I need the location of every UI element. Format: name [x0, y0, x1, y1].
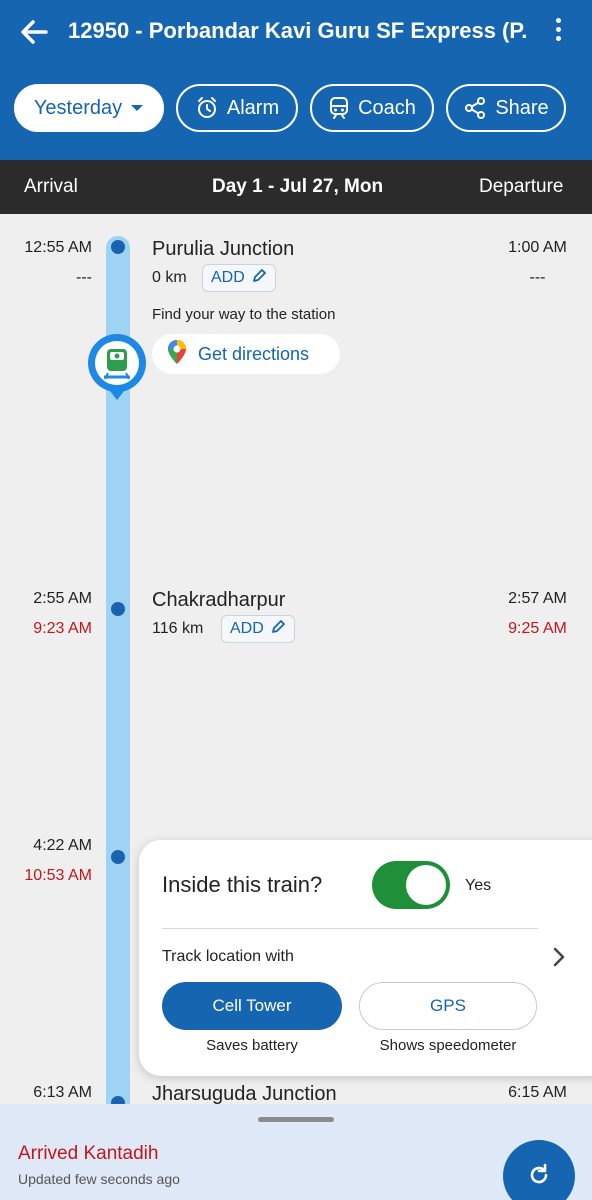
alarm-button[interactable]: Alarm — [176, 84, 298, 132]
more-options-icon[interactable] — [546, 14, 570, 48]
map-pin-icon — [166, 339, 188, 370]
drag-handle[interactable] — [258, 1117, 334, 1122]
get-directions-button[interactable]: Get directions — [152, 334, 340, 374]
coach-button[interactable]: Coach — [310, 84, 434, 132]
share-icon — [463, 96, 487, 120]
track-location-label: Track location with — [162, 948, 294, 965]
chevron-right-icon[interactable] — [551, 946, 567, 968]
toggle-state-label: Yes — [465, 877, 492, 894]
add-platform-button[interactable]: ADD — [202, 264, 276, 292]
cell-tower-caption: Saves battery — [206, 1037, 298, 1054]
station-distance: 0 km — [152, 269, 187, 286]
scheduled-departure: 1:00 AM — [508, 239, 567, 256]
scheduled-arrival: 2:55 AM — [33, 590, 92, 607]
add-platform-button[interactable]: ADD — [221, 615, 295, 643]
train-title: 12950 - Porbandar Kavi Guru SF Express (… — [68, 18, 528, 43]
divider — [162, 928, 538, 929]
gps-option-button[interactable]: GPS — [359, 982, 537, 1030]
share-label: Share — [495, 96, 549, 119]
refresh-icon — [526, 1162, 552, 1193]
find-way-text: Find your way to the station — [152, 306, 336, 323]
pencil-icon — [251, 268, 267, 289]
actual-arrival: --- — [76, 269, 92, 286]
alarm-clock-icon — [195, 96, 219, 120]
station-dot — [111, 602, 125, 616]
station-name[interactable]: Chakradharpur — [152, 589, 285, 612]
scheduled-arrival: 6:13 AM — [33, 1084, 92, 1101]
back-arrow-icon[interactable] — [16, 14, 52, 50]
share-button[interactable]: Share — [446, 84, 566, 132]
actual-arrival: 9:23 AM — [33, 620, 92, 637]
pencil-icon — [270, 619, 286, 640]
actual-arrival: 10:53 AM — [24, 867, 92, 884]
scheduled-departure: 2:57 AM — [508, 590, 567, 607]
station-dot — [111, 850, 125, 864]
day-label: Day 1 - Jul 27, Mon — [212, 176, 384, 197]
station-name[interactable]: Purulia Junction — [152, 238, 294, 261]
station-distance: 116 km — [152, 620, 204, 637]
coach-label: Coach — [358, 96, 416, 119]
arrival-status: Arrived Kantadih — [18, 1143, 159, 1164]
app-bar: 12950 - Porbandar Kavi Guru SF Express (… — [0, 0, 592, 160]
gps-caption: Shows speedometer — [379, 1037, 517, 1054]
add-label: ADD — [230, 620, 264, 637]
get-directions-label: Get directions — [198, 343, 310, 364]
caret-down-icon — [130, 103, 144, 113]
scheduled-arrival: 12:55 AM — [24, 239, 92, 256]
alarm-label: Alarm — [226, 96, 280, 119]
departure-column-header: Departure — [479, 176, 564, 197]
last-updated-text: Updated few seconds ago — [18, 1171, 180, 1187]
cell-tower-option-button[interactable]: Cell Tower — [162, 982, 342, 1030]
scheduled-departure: 6:15 AM — [508, 1084, 567, 1101]
date-dropdown-label: Yesterday — [33, 96, 123, 119]
station-name[interactable]: Jharsuguda Junction — [152, 1083, 337, 1106]
train-location-marker-icon[interactable] — [86, 333, 148, 403]
scheduled-arrival: 4:22 AM — [33, 837, 92, 854]
inside-train-question: Inside this train? — [162, 872, 323, 897]
day-header-bar: Arrival Day 1 - Jul 27, Mon Departure — [0, 160, 592, 214]
actual-departure: 9:25 AM — [508, 620, 567, 637]
train-icon — [328, 96, 350, 120]
add-label: ADD — [211, 269, 245, 286]
actual-departure: --- — [529, 269, 546, 286]
inside-train-toggle[interactable] — [372, 861, 450, 909]
inside-train-card: Inside this train? Yes Track location wi… — [139, 840, 592, 1076]
arrival-column-header: Arrival — [24, 176, 78, 197]
station-dot — [111, 240, 125, 254]
date-dropdown[interactable]: Yesterday — [14, 84, 164, 132]
